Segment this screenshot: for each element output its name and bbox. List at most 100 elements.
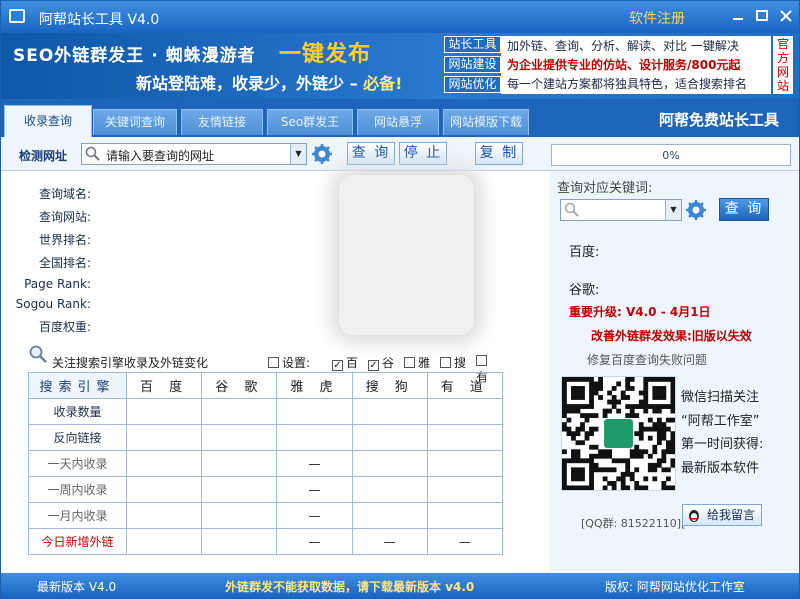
table-cell xyxy=(351,502,428,529)
wechat-line: 第一时间获得: xyxy=(681,437,764,452)
tab-keyword-query[interactable]: 关键词查询 xyxy=(93,109,177,135)
google-label: 谷歌: xyxy=(569,283,600,298)
keyword-query-button[interactable]: 查 询 xyxy=(719,198,769,221)
field-world-rank: 世界排名: xyxy=(38,233,91,247)
table-cell xyxy=(201,450,278,477)
row-label: 反向链接 xyxy=(28,424,127,451)
banner-info-line: 为企业提供专业的仿站、设计服务/800元起 xyxy=(507,58,741,72)
leave-message-label: 给我留言 xyxy=(706,508,755,522)
field-domain: 查询域名: xyxy=(38,187,91,201)
wechat-line: “阿帮工作室” xyxy=(681,413,760,429)
progress-text: 0% xyxy=(662,149,680,162)
chevron-down-icon[interactable]: ▼ xyxy=(665,200,681,220)
baidu-label: 百度: xyxy=(569,245,600,260)
table-cell xyxy=(125,502,203,529)
banner-line2: 新站登陆难，收录少，外链少 – 必备! xyxy=(136,74,403,93)
yahoo-checkbox[interactable] xyxy=(404,357,415,368)
chevron-down-icon[interactable]: ▼ xyxy=(290,144,306,164)
field-national-rank: 全国排名: xyxy=(38,256,91,270)
fix-notice: 修复百度查询失败问题 xyxy=(587,353,708,367)
settings-checkbox[interactable] xyxy=(268,357,279,368)
tag-webmaster-tools[interactable]: 站长工具 xyxy=(444,36,501,53)
tab-template-download[interactable]: 网站模版下载 xyxy=(443,109,529,135)
engine-option-sogou[interactable]: 搜 xyxy=(440,354,466,371)
table-row: 一周内收录 — xyxy=(28,476,504,503)
url-input[interactable]: 请输入要查询的网址 ▼ xyxy=(81,143,307,165)
table-cell: — xyxy=(426,528,504,555)
table-cell xyxy=(201,398,278,425)
table-header: 谷 歌 xyxy=(201,372,278,399)
tab-index-query[interactable]: 收录查询 xyxy=(4,105,92,137)
row-label: 今日新增外链 xyxy=(28,528,127,555)
upgrade-notice: 重要升级: V4.0 - 4月1日 xyxy=(569,305,711,319)
tab-seo-mass-post[interactable]: Seo群发王 xyxy=(267,109,353,135)
leave-message-button[interactable]: 给我留言 xyxy=(682,504,762,526)
improve-notice: 改善外链群发效果:旧版以失效 xyxy=(591,329,752,343)
gear-icon[interactable] xyxy=(311,143,333,165)
register-link[interactable]: 软件注册 xyxy=(629,8,685,28)
tab-site-float[interactable]: 网站悬浮 xyxy=(357,109,439,135)
banner-info-panel: 加外链、查询、分析、解读、对比 一键解决 为企业提供专业的仿站、设计服务/800… xyxy=(501,36,771,94)
table-cell xyxy=(426,476,504,503)
table-cell: — xyxy=(276,476,353,503)
table-cell xyxy=(125,476,203,503)
copy-button[interactable]: 复 制 xyxy=(475,142,523,165)
keyword-label: 查询对应关键词: xyxy=(557,181,653,196)
table-cell xyxy=(351,398,428,425)
table-cell xyxy=(125,424,203,451)
table-cell xyxy=(201,476,278,503)
engine-option-yahoo[interactable]: 雅 xyxy=(404,354,430,371)
settings-option[interactable]: 设置: xyxy=(268,354,310,371)
engine-option-google[interactable]: ✓ 谷 xyxy=(368,354,394,371)
maximize-icon[interactable] xyxy=(752,7,772,25)
tabs-brand: 阿帮免费站长工具 xyxy=(658,111,779,129)
app-icon xyxy=(9,9,25,23)
table-cell: — xyxy=(351,528,428,555)
field-baidu-weight: 百度权重: xyxy=(38,320,91,334)
magnifier-icon xyxy=(28,345,48,366)
row-label: 一周内收录 xyxy=(28,476,127,503)
table-cell: — xyxy=(276,528,353,555)
official-site-link[interactable]: 官方网站 xyxy=(773,36,793,94)
row-label: 一月内收录 xyxy=(28,502,127,529)
banner-headline: 一键发布 xyxy=(279,42,372,67)
tab-friend-links[interactable]: 友情链接 xyxy=(181,109,263,135)
tab-bar: 收录查询 关键词查询 友情链接 Seo群发王 网站悬浮 网站模版下载 阿帮免费站… xyxy=(1,99,799,137)
window-title: 阿帮站长工具 V4.0 xyxy=(39,12,160,28)
table-cell xyxy=(125,398,203,425)
field-page-rank: Page Rank: xyxy=(24,277,91,291)
qr-code-icon xyxy=(562,377,676,491)
gear-icon[interactable] xyxy=(685,199,707,221)
table-header-row: 搜索引擎 百 度 谷 歌 雅 虎 搜 狗 有 道 xyxy=(28,372,504,399)
results-table: 搜索引擎 百 度 谷 歌 雅 虎 搜 狗 有 道 收录数量 反向链接 一天内收录… xyxy=(28,372,504,555)
stop-button[interactable]: 停 止 xyxy=(399,142,447,165)
banner-line1: SEO外链群发王 · 蜘蛛漫游者 xyxy=(13,46,256,66)
title-bar: 阿帮站长工具 V4.0 软件注册 xyxy=(1,1,799,33)
field-website: 查询网站: xyxy=(38,210,91,224)
status-bar: 最新版本 V4.0 外链群发不能获取数据，请下载最新版本 v4.0 版权: 阿帮… xyxy=(1,573,799,598)
table-header: 搜索引擎 xyxy=(28,372,127,399)
google-checkbox[interactable]: ✓ xyxy=(368,360,379,371)
field-sogou-rank: Sogou Rank: xyxy=(15,297,91,311)
table-row: 反向链接 xyxy=(28,424,504,451)
query-button[interactable]: 查 询 xyxy=(347,142,395,165)
status-notice[interactable]: 外链群发不能获取数据，请下载最新版本 v4.0 xyxy=(225,578,474,595)
table-cell xyxy=(201,424,278,451)
minimize-icon[interactable] xyxy=(728,7,748,25)
table-cell xyxy=(125,528,203,555)
keyword-input[interactable]: ▼ xyxy=(560,199,682,221)
sogou-checkbox[interactable] xyxy=(440,357,451,368)
tag-web-optimize[interactable]: 网站优化 xyxy=(444,76,501,93)
engine-option-baidu[interactable]: ✓ 百 xyxy=(332,354,358,371)
table-cell xyxy=(201,528,278,555)
qq-group-text: [QQ群: 81522110][ xyxy=(581,517,686,530)
qq-penguin-icon xyxy=(687,507,701,529)
table-row: 今日新增外链 — — — xyxy=(28,528,504,555)
youdao-checkbox[interactable] xyxy=(476,355,487,366)
table-cell xyxy=(351,450,428,477)
table-cell xyxy=(125,450,203,477)
close-icon[interactable] xyxy=(776,7,796,25)
baidu-checkbox[interactable]: ✓ xyxy=(332,360,343,371)
tag-web-building[interactable]: 网站建设 xyxy=(444,56,501,73)
search-icon xyxy=(85,146,101,165)
